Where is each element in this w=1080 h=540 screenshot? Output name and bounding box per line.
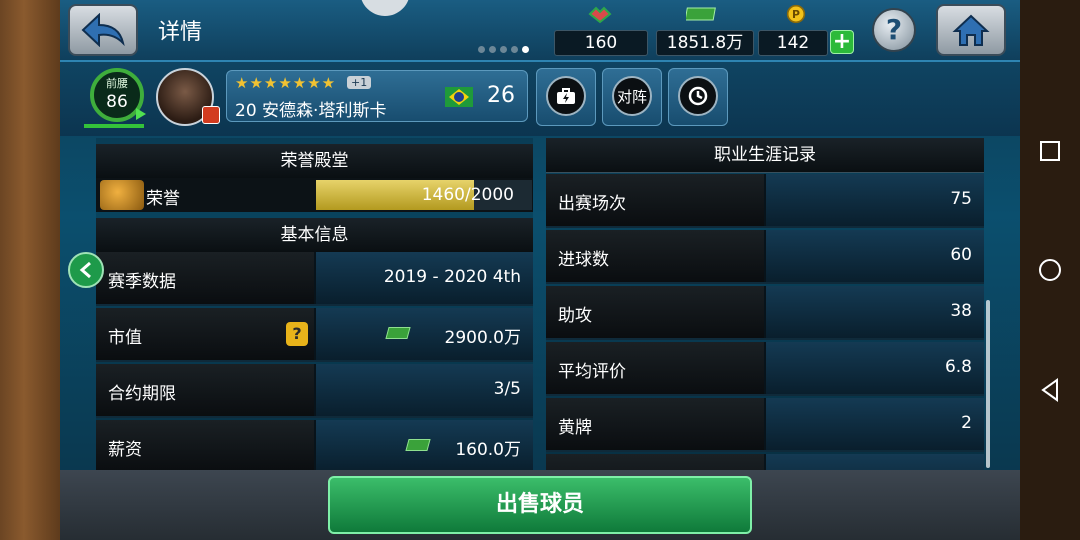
star-rating: ★★★★★★★: [235, 74, 337, 92]
clock-icon: [688, 86, 708, 106]
right-panel[interactable]: 职业生涯记录 出赛场次 75 进球数 60 助攻 38 平均评价 6.8 黄牌 …: [546, 138, 984, 508]
basic-info-header: 基本信息: [96, 218, 533, 253]
flag-globe: [454, 92, 464, 102]
briefcase-lightning-icon: [557, 88, 575, 104]
vs-icon: 对阵: [612, 76, 652, 116]
career-header: 职业生涯记录: [546, 138, 984, 173]
career-row-assists: 助攻 38: [546, 286, 984, 340]
cash-icon: [405, 439, 431, 451]
home-icon: [952, 14, 990, 46]
page-dot-active: [522, 46, 529, 53]
left-panel[interactable]: 荣誉殿堂 荣誉 1460/2000 基本信息 赛季数据 2019 - 2020 …: [96, 138, 533, 474]
row-value: 160.0万: [455, 440, 521, 460]
page-dot: [511, 46, 518, 53]
back-nav-button[interactable]: [1035, 375, 1065, 405]
circle-icon: [1039, 259, 1061, 281]
android-nav-bar: [1020, 0, 1080, 540]
honor-progress-text: 1460/2000: [421, 185, 514, 205]
coin-icon: P: [786, 4, 806, 24]
game-screen: 详情 160 1851.8万 P 142 + ? 前腰 86 ★★★★★★★ +…: [60, 0, 1020, 540]
matchup-button[interactable]: 对阵: [602, 68, 662, 126]
honor-row: 荣誉 1460/2000: [96, 178, 533, 212]
hall-of-fame-header: 荣誉殿堂: [96, 144, 533, 179]
row-label: 薪资: [108, 440, 142, 460]
coin-balance: 142: [758, 30, 828, 56]
row-value: 2: [961, 413, 972, 433]
position-label: 前腰: [106, 77, 128, 90]
honor-label: 荣誉: [146, 189, 180, 209]
lion-trophy-icon: [100, 180, 144, 210]
handshake-icon: [588, 6, 612, 24]
player-age: 26: [487, 83, 515, 108]
player-summary-bar: 前腰 86 ★★★★★★★ +1 20 安德森·塔利斯卡 26 对阵: [60, 62, 1020, 136]
svg-text:P: P: [792, 8, 800, 21]
home-button[interactable]: [936, 4, 1006, 56]
rating-bar: [84, 124, 144, 128]
page-dot: [478, 46, 485, 53]
recents-button[interactable]: [1035, 136, 1065, 166]
transfer-icon: [546, 76, 586, 116]
back-button[interactable]: [68, 4, 138, 56]
page-dot: [489, 46, 496, 53]
row-value: 60: [950, 245, 972, 265]
bottom-bar: 出售球员: [60, 470, 1020, 540]
career-row-avg-rating: 平均评价 6.8: [546, 342, 984, 396]
row-label: 出赛场次: [558, 194, 626, 214]
info-row-salary: 薪资 160.0万: [96, 420, 533, 474]
page-dot: [500, 46, 507, 53]
page-title: 详情: [158, 20, 203, 45]
square-icon: [1040, 141, 1060, 161]
cash-balance: 1851.8万: [656, 30, 754, 56]
scrollbar[interactable]: [986, 300, 990, 468]
row-label: 进球数: [558, 250, 609, 270]
back-arrow-icon: [81, 13, 125, 47]
history-button[interactable]: [668, 68, 728, 126]
row-value: 6.8: [944, 357, 972, 377]
page-indicator: [478, 46, 529, 53]
info-row-market-value: 市值 ? 2900.0万: [96, 308, 533, 362]
home-nav-button[interactable]: [1035, 255, 1065, 285]
info-row-contract: 合约期限 3/5: [96, 364, 533, 418]
player-name: 20 安德森·塔利斯卡: [235, 101, 387, 121]
player-info-card: ★★★★★★★ +1 20 安德森·塔利斯卡 26: [226, 70, 528, 122]
star-bonus-badge: +1: [347, 76, 372, 89]
row-value: 75: [950, 189, 972, 209]
brazil-flag-icon: [445, 87, 473, 107]
career-row-appearances: 出赛场次 75: [546, 174, 984, 228]
chevron-left-icon: [79, 261, 91, 279]
cash-icon: [385, 327, 411, 339]
row-label: 平均评价: [558, 362, 626, 382]
row-label: 赛季数据: [108, 272, 176, 292]
row-value: 2019 - 2020 4th: [383, 267, 521, 287]
rating-value: 86: [106, 92, 128, 112]
rating-arrow-icon: [136, 108, 146, 120]
club-badge-icon: [202, 106, 220, 124]
sell-player-button[interactable]: 出售球员: [328, 476, 752, 534]
transfer-button[interactable]: [536, 68, 596, 126]
previous-page-button[interactable]: [68, 252, 104, 288]
contract-count: 160: [554, 30, 648, 56]
left-wood-frame: [0, 0, 60, 540]
top-bar: 详情 160 1851.8万 P 142 + ?: [60, 0, 1020, 62]
honor-progress-bar: 1460/2000: [316, 180, 532, 210]
add-coin-button[interactable]: +: [830, 30, 854, 54]
row-label: 市值: [108, 328, 142, 348]
row-value: 3/5: [493, 379, 521, 399]
row-value: 38: [950, 301, 972, 321]
top-pull-tab[interactable]: [360, 0, 410, 16]
info-row-season: 赛季数据 2019 - 2020 4th: [96, 252, 533, 306]
career-row-yellow-cards: 黄牌 2: [546, 398, 984, 452]
row-label: 黄牌: [558, 418, 592, 438]
row-label: 合约期限: [108, 384, 176, 404]
help-button[interactable]: ?: [872, 8, 916, 52]
market-value-help-button[interactable]: ?: [286, 322, 308, 346]
cash-icon: [686, 7, 716, 21]
history-icon: [678, 76, 718, 116]
row-value: 2900.0万: [444, 328, 521, 348]
row-label: 助攻: [558, 306, 592, 326]
triangle-back-icon: [1041, 378, 1058, 402]
career-row-goals: 进球数 60: [546, 230, 984, 284]
